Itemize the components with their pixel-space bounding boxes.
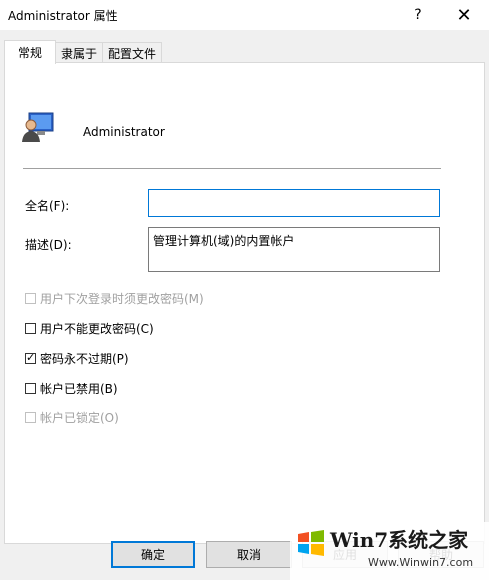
checkbox[interactable] xyxy=(25,322,36,334)
tab-profile[interactable]: 配置文件 xyxy=(102,42,162,63)
tab-member-of[interactable]: 隶属于 xyxy=(54,42,104,63)
option-password-never-expires[interactable]: ✓ 密码永不过期(P) xyxy=(25,350,129,366)
checkbox[interactable] xyxy=(25,411,36,423)
checkbox[interactable] xyxy=(25,382,36,394)
checkmark-icon: ✓ xyxy=(26,350,36,364)
tab-general[interactable]: 常规 xyxy=(4,40,56,64)
fullname-field[interactable] xyxy=(148,189,440,217)
window-title: Administrator 属性 xyxy=(8,9,118,23)
watermark-text: Win7系统之家 xyxy=(330,528,469,552)
option-label: 用户下次登录时须更改密码(M) xyxy=(40,291,204,306)
cancel-button[interactable]: 取消 xyxy=(206,541,292,568)
close-icon[interactable]: ✕ xyxy=(444,0,484,30)
help-icon[interactable]: ? xyxy=(398,0,438,30)
dialog-body: 常规 隶属于 配置文件 Administrator 全名(F): 描述(D): … xyxy=(0,30,489,580)
ok-button[interactable]: 确定 xyxy=(111,541,195,568)
option-label: 帐户已禁用(B) xyxy=(40,381,118,396)
checkbox[interactable] xyxy=(25,292,36,304)
watermark: Win7系统之家 Www.Winwin7.com xyxy=(290,522,489,580)
option-label: 用户不能更改密码(C) xyxy=(40,321,154,336)
option-must-change-password[interactable]: 用户下次登录时须更改密码(M) xyxy=(25,290,204,306)
fullname-label: 全名(F): xyxy=(25,199,70,213)
user-name: Administrator xyxy=(83,125,165,139)
option-cannot-change-password[interactable]: 用户不能更改密码(C) xyxy=(25,320,154,336)
description-label: 描述(D): xyxy=(25,238,72,252)
option-account-disabled[interactable]: 帐户已禁用(B) xyxy=(25,380,118,396)
option-label: 密码永不过期(P) xyxy=(40,351,129,366)
checkbox-checked[interactable]: ✓ xyxy=(25,350,36,364)
title-bar: Administrator 属性 ? ✕ xyxy=(0,0,489,30)
option-label: 帐户已锁定(O) xyxy=(40,410,119,425)
option-account-locked[interactable]: 帐户已锁定(O) xyxy=(25,409,119,425)
windows-logo-icon xyxy=(298,530,324,556)
description-field[interactable]: 管理计算机(域)的内置帐户 xyxy=(148,227,440,272)
separator xyxy=(23,168,441,169)
watermark-url: Www.Winwin7.com xyxy=(368,556,474,569)
user-account-icon xyxy=(22,112,54,142)
general-panel: Administrator 全名(F): 描述(D): 管理计算机(域)的内置帐… xyxy=(4,62,485,544)
